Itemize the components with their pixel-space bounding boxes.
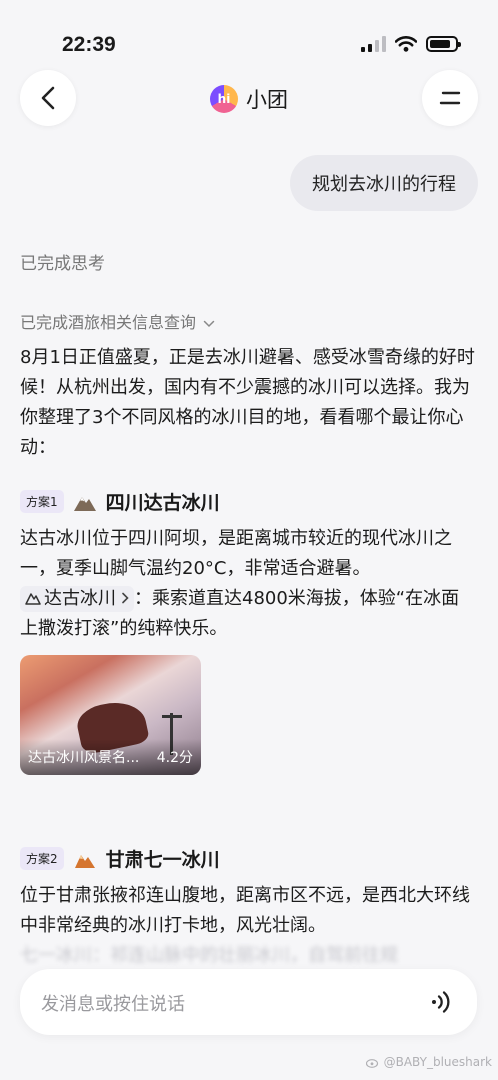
plan-badge: 方案1 — [20, 490, 64, 513]
status-time: 22:39 — [62, 33, 116, 56]
status-bar: 22:39 — [0, 0, 498, 80]
chevron-right-icon — [122, 592, 129, 604]
thinking-status[interactable]: 已完成思考 — [20, 249, 105, 274]
signal-icon — [361, 36, 386, 52]
watermark-text: @BABY_blueshark — [383, 1055, 492, 1069]
voice-button[interactable] — [425, 986, 457, 1018]
watermark: @BABY_blueshark — [365, 1055, 492, 1069]
status-icons — [361, 36, 461, 52]
faded-text-line: 七一冰川：祁连山脉中的壮丽冰川，自驾前往规 — [20, 945, 398, 966]
option-title: 甘肃七一冰川 — [105, 849, 220, 871]
voice-wave-icon — [432, 991, 450, 1013]
glacier-icon — [74, 854, 95, 868]
poi-tag-dagu-glacier[interactable]: 达古冰川 — [20, 586, 134, 612]
nav-bar: hi 小团 — [0, 70, 498, 128]
chevron-down-icon — [203, 320, 215, 328]
query-status-label: 已完成酒旅相关信息查询 — [20, 313, 197, 332]
message-input[interactable]: 发消息或按住说话 — [20, 969, 477, 1035]
intro-text: 8月1日正值盛夏，正是去冰川避暑、感受冰雪奇缘的好时候！从杭州出发，国内有不少震… — [20, 347, 475, 458]
query-status-toggle[interactable]: 已完成酒旅相关信息查询 — [20, 309, 215, 333]
option-2-header: 方案2 甘肃七一冰川 — [20, 845, 220, 872]
card-name: 达古冰川风景名... — [28, 750, 140, 766]
weibo-icon — [365, 1059, 378, 1068]
option-title: 四川达古冰川 — [105, 492, 220, 514]
battery-icon — [426, 36, 461, 52]
mountain-icon — [73, 496, 96, 511]
menu-icon — [439, 91, 461, 105]
wifi-icon — [395, 36, 417, 52]
app-logo: hi — [210, 85, 238, 113]
card-caption: 达古冰川风景名... 4.2分 — [20, 739, 201, 775]
option-2-description: 位于甘肃张掖祁连山腹地，距离市区不远，是西北大环线中非常经典的冰川打卡地，风光壮… — [20, 885, 470, 936]
input-placeholder: 发消息或按住说话 — [41, 994, 185, 1015]
card-rating: 4.2分 — [156, 750, 193, 766]
page-title: 小团 — [246, 88, 288, 112]
mountain-outline-icon — [25, 593, 41, 605]
poi-card[interactable]: 达古冰川风景名... 4.2分 — [20, 655, 201, 775]
plan-badge: 方案2 — [20, 847, 64, 870]
option-1-description: 达古冰川位于四川阿坝，是距离城市较近的现代冰川之一，夏季山脚气温约20°C，非常… — [20, 524, 475, 644]
option-1-desc-text: 达古冰川位于四川阿坝，是距离城市较近的现代冰川之一，夏季山脚气温约20°C，非常… — [20, 528, 452, 579]
menu-button[interactable] — [422, 70, 478, 126]
user-message-bubble: 规划去冰川的行程 — [290, 155, 478, 211]
poi-tag-label: 达古冰川 — [44, 588, 116, 609]
option-1-header: 方案1 四川达古冰川 — [20, 488, 220, 515]
